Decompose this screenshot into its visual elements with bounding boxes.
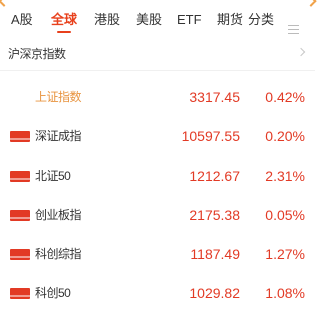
section-title[interactable]: 沪深京指数 <box>8 45 66 62</box>
index-row[interactable]: 科创50 1029.82 1.08% <box>0 276 315 312</box>
index-change-pct: 0.05% <box>265 207 305 223</box>
corner-mark-right <box>305 0 317 7</box>
index-price: 10597.55 <box>181 128 240 144</box>
china-flag-icon <box>10 171 30 182</box>
index-price: 1212.67 <box>189 168 240 184</box>
index-row[interactable]: 上证指数 3317.45 0.42% <box>0 80 315 116</box>
index-change-pct: 2.31% <box>265 168 305 184</box>
menu-icon[interactable] <box>288 25 299 35</box>
index-row[interactable]: 科创综指 1187.49 1.27% <box>0 237 315 273</box>
index-change-pct: 1.08% <box>265 285 305 301</box>
index-change-pct: 0.20% <box>265 128 305 144</box>
tab-us-stocks[interactable]: 美股 <box>136 10 162 34</box>
china-flag-icon <box>10 288 30 299</box>
index-price: 3317.45 <box>189 89 240 105</box>
tab-global[interactable]: 全球 <box>51 10 77 34</box>
china-flag-icon <box>10 92 32 105</box>
index-name: 科创50 <box>35 286 71 300</box>
corner-mark-left <box>0 0 10 7</box>
tab-a-shares[interactable]: A股 <box>11 10 33 34</box>
tab-futures[interactable]: 期货 <box>217 10 243 34</box>
china-flag-icon <box>10 249 30 260</box>
index-price: 2175.38 <box>189 207 240 223</box>
chevron-right-icon[interactable] <box>296 47 306 57</box>
index-name: 深证成指 <box>35 129 82 143</box>
china-flag-icon <box>10 131 30 142</box>
index-change-pct: 0.42% <box>265 89 305 105</box>
divider <box>0 70 315 71</box>
index-name: 北证50 <box>35 169 71 183</box>
index-row[interactable]: 创业板指 2175.38 0.05% <box>0 198 315 234</box>
index-name: 上证指数 <box>35 90 82 104</box>
index-price: 1187.49 <box>190 246 240 262</box>
china-flag-icon <box>10 210 30 221</box>
index-change-pct: 1.27% <box>265 246 305 262</box>
index-row[interactable]: 北证50 1212.67 2.31% <box>0 159 315 195</box>
index-row[interactable]: 深证成指 10597.55 0.20% <box>0 119 315 155</box>
tab-categories[interactable]: 分类 <box>248 10 274 34</box>
market-tab-bar: A股 全球 港股 美股 ETF 期货 分类 <box>0 10 315 34</box>
index-name: 创业板指 <box>35 208 82 222</box>
tab-etf[interactable]: ETF <box>177 10 202 34</box>
index-price: 1029.82 <box>189 285 240 301</box>
tab-hk-stocks[interactable]: 港股 <box>94 10 120 34</box>
index-name: 科创综指 <box>35 247 82 261</box>
